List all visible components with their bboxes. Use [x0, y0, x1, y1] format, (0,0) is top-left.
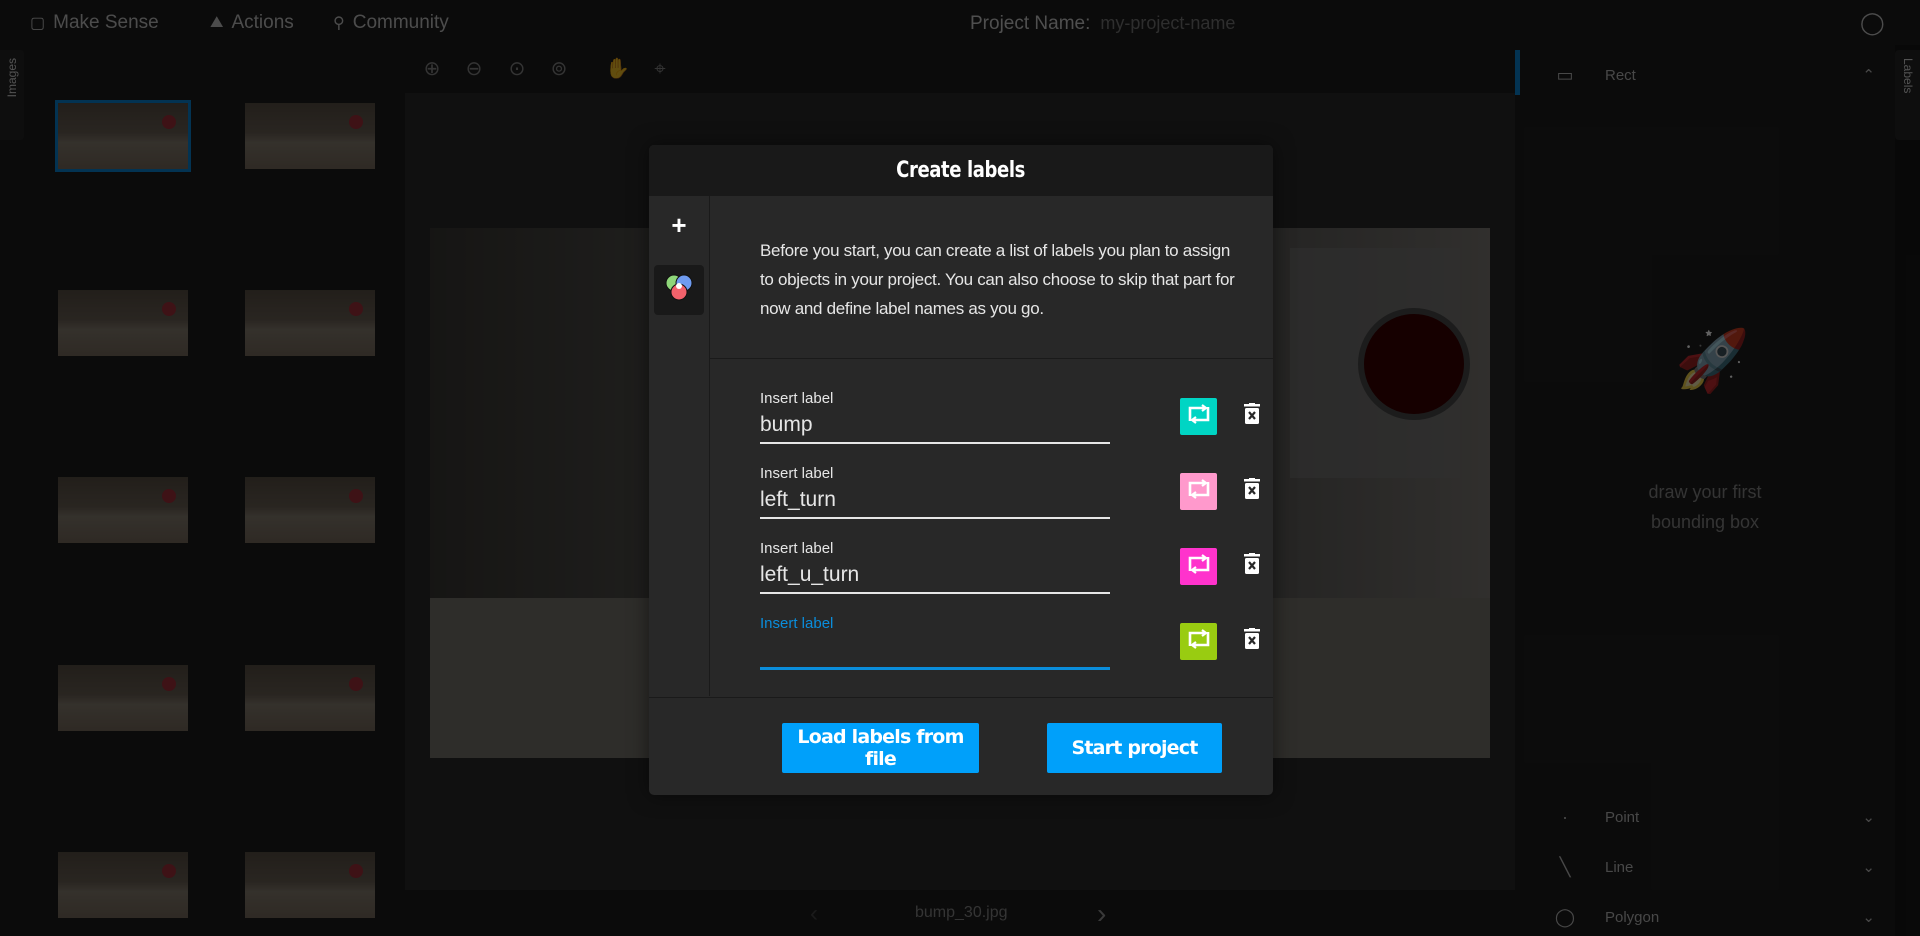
- modal-sidebar: +: [649, 196, 710, 696]
- repeat-icon: [1186, 553, 1212, 580]
- trash-icon: [1243, 627, 1261, 655]
- label-caption: Insert label: [760, 390, 834, 407]
- repeat-icon: [1186, 403, 1212, 430]
- repeat-icon: [1186, 628, 1212, 655]
- color-circles-icon: [665, 274, 693, 301]
- add-label-button[interactable]: +: [664, 210, 694, 240]
- delete-label-button[interactable]: [1237, 625, 1267, 657]
- create-labels-modal: Create labels + Before you start, you ca…: [649, 145, 1273, 795]
- change-color-button[interactable]: [1180, 548, 1217, 585]
- trash-icon: [1243, 477, 1261, 505]
- delete-label-button[interactable]: [1237, 400, 1267, 432]
- trash-icon: [1243, 402, 1261, 430]
- change-color-button[interactable]: [1180, 398, 1217, 435]
- trash-icon: [1243, 552, 1261, 580]
- label-name-input[interactable]: [760, 483, 1110, 519]
- label-row: Insert label: [710, 465, 1273, 535]
- label-name-input[interactable]: [760, 408, 1110, 444]
- change-color-button[interactable]: [1180, 473, 1217, 510]
- label-caption: Insert label: [760, 615, 834, 632]
- label-caption: Insert label: [760, 465, 834, 482]
- modal-description: Before you start, you can create a list …: [710, 196, 1273, 359]
- label-row: Insert label: [710, 540, 1273, 610]
- label-name-input[interactable]: [760, 558, 1110, 594]
- modal-footer: Load labels from file Start project: [649, 697, 1273, 795]
- start-project-button[interactable]: Start project: [1047, 723, 1222, 773]
- repeat-icon: [1186, 478, 1212, 505]
- change-color-button[interactable]: [1180, 623, 1217, 660]
- delete-label-button[interactable]: [1237, 550, 1267, 582]
- modal-title: Create labels: [649, 145, 1273, 196]
- label-name-input[interactable]: [760, 633, 1110, 670]
- label-row: Insert label: [710, 390, 1273, 460]
- randomize-colors-button[interactable]: [654, 265, 704, 315]
- load-labels-button[interactable]: Load labels from file: [782, 723, 979, 773]
- label-row: Insert label: [710, 615, 1273, 685]
- label-caption: Insert label: [760, 540, 834, 557]
- delete-label-button[interactable]: [1237, 475, 1267, 507]
